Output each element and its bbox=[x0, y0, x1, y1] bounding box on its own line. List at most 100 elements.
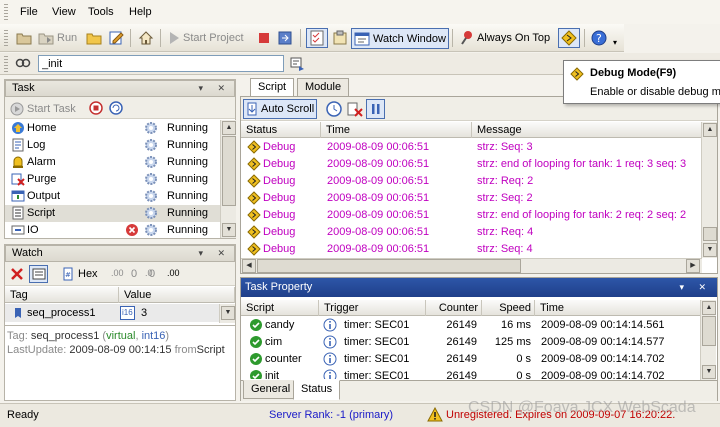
toolbar-overflow[interactable]: ▾ bbox=[611, 32, 619, 52]
menu-help[interactable]: Help bbox=[129, 6, 152, 18]
task-property-tabs: General Status bbox=[241, 380, 717, 401]
task-row[interactable]: IO Running bbox=[5, 222, 221, 239]
menu-grip[interactable] bbox=[4, 4, 8, 20]
more-decimals-icon[interactable]: .00 bbox=[167, 268, 180, 278]
server-rank: Server Rank: -1 (primary) bbox=[269, 409, 394, 421]
pause-icon[interactable] bbox=[366, 99, 385, 119]
task-property-row[interactable]: candy timer: SEC01 26149 16 ms 2009-08-09 00… bbox=[241, 317, 701, 334]
task-property-row[interactable]: init timer: SEC01 26149 0 s 2009-08-09 00:14… bbox=[241, 368, 701, 379]
col-status[interactable]: Status bbox=[241, 122, 321, 138]
watch-value[interactable]: 3 bbox=[141, 307, 147, 319]
delete-icon[interactable] bbox=[10, 267, 24, 281]
log-row[interactable]: Debug 2009-08-09 00:06:51 strz: Seq: 4 bbox=[241, 241, 702, 258]
decimal-count: 0 bbox=[131, 268, 138, 280]
run-button[interactable]: Run bbox=[36, 28, 79, 48]
command-input[interactable] bbox=[38, 55, 284, 72]
clock-icon[interactable] bbox=[326, 101, 342, 117]
tab-script[interactable]: Script bbox=[250, 78, 295, 97]
tab-general[interactable]: General bbox=[243, 380, 299, 399]
task-list-scrollbar[interactable]: ▲ ▼ bbox=[220, 120, 236, 238]
task-property-scrollbar[interactable]: ▲ ▼ bbox=[700, 300, 716, 380]
info-icon bbox=[323, 352, 337, 366]
log-message: strz: end of looping for tank: 1 req: 3 … bbox=[477, 158, 687, 170]
start-task-button[interactable]: Start Task bbox=[8, 99, 78, 119]
col-time[interactable]: Time bbox=[321, 122, 472, 138]
task-property-row[interactable]: counter timer: SEC01 26149 0 s 2009-08-09 00… bbox=[241, 351, 701, 368]
log-row[interactable]: Debug 2009-08-09 00:06:51 strz: Req: 4 bbox=[241, 224, 702, 241]
log-row[interactable]: Debug 2009-08-09 00:06:51 strz: Req: 2 bbox=[241, 173, 702, 190]
log-row[interactable]: Debug 2009-08-09 00:06:51 strz: Seq: 2 bbox=[241, 190, 702, 207]
stop-task-icon[interactable] bbox=[89, 101, 103, 115]
always-on-top-label: Always On Top bbox=[477, 32, 551, 44]
col-message[interactable]: Message bbox=[472, 122, 702, 138]
menu-tools[interactable]: Tools bbox=[88, 6, 114, 18]
panel-controls[interactable]: ▾ ✕ bbox=[679, 278, 712, 297]
log-message: strz: Req: 4 bbox=[477, 226, 534, 238]
log-row[interactable]: Debug 2009-08-09 00:06:51 strz: Seq: 3 bbox=[241, 139, 702, 156]
watch-row[interactable]: seq_process1 i16 3 bbox=[5, 304, 219, 322]
script-vscroll[interactable]: ▲ ▼ bbox=[701, 122, 717, 258]
tab-status[interactable]: Status bbox=[293, 380, 341, 400]
task-status: Running bbox=[167, 207, 208, 219]
col-script[interactable]: Script bbox=[241, 300, 319, 316]
task-row[interactable]: Alarm Running bbox=[5, 154, 221, 171]
task-row[interactable]: Output Running bbox=[5, 188, 221, 205]
run-label: Run bbox=[57, 32, 78, 44]
panel-controls[interactable]: ▾ ✕ bbox=[198, 81, 231, 96]
stop-project-button[interactable] bbox=[256, 28, 272, 48]
properties-button[interactable] bbox=[330, 28, 350, 48]
open-project-button[interactable] bbox=[14, 28, 34, 48]
folder-button[interactable] bbox=[84, 28, 104, 48]
task-status: Running bbox=[167, 122, 208, 134]
watch-scrollbar[interactable]: ▼ bbox=[219, 304, 235, 323]
col-trigger[interactable]: Trigger bbox=[319, 300, 426, 316]
help-icon: ? bbox=[591, 30, 607, 46]
watch-window-button[interactable]: Watch Window bbox=[351, 28, 449, 49]
log-row[interactable]: Debug 2009-08-09 00:06:51 strz: end of loo… bbox=[241, 207, 702, 224]
home-button[interactable] bbox=[136, 28, 156, 48]
task-property-row[interactable]: cim timer: SEC01 26149 125 ms 2009-08-09 00:… bbox=[241, 334, 701, 351]
task-row[interactable]: Home Running bbox=[5, 120, 221, 137]
task-status: Running bbox=[167, 190, 208, 202]
prop-speed: 0 s bbox=[516, 370, 531, 379]
clear-log-icon[interactable] bbox=[347, 101, 363, 117]
task-name: Alarm bbox=[27, 156, 56, 168]
panel-controls[interactable]: ▾ ✕ bbox=[198, 246, 231, 261]
task-property-title: Task Property ▾ ✕ bbox=[241, 278, 717, 297]
menu-file[interactable]: File bbox=[20, 6, 38, 18]
always-on-top-button[interactable]: Always On Top bbox=[458, 28, 552, 48]
decimal-icon[interactable]: .00 bbox=[111, 268, 124, 278]
col-value[interactable]: Value bbox=[119, 287, 235, 303]
list-view-icon[interactable] bbox=[29, 265, 48, 283]
refresh-task-icon[interactable] bbox=[109, 101, 123, 115]
restart-icon bbox=[278, 31, 292, 45]
help-button[interactable]: ? bbox=[589, 28, 609, 48]
auto-scroll-button[interactable]: Auto Scroll bbox=[243, 99, 318, 119]
log-time: 2009-08-09 00:06:51 bbox=[327, 226, 430, 238]
log-row[interactable]: Debug 2009-08-09 00:06:51 strz: end of loo… bbox=[241, 156, 702, 173]
task-name: IO bbox=[27, 224, 39, 236]
col-prop-time[interactable]: Time bbox=[535, 300, 701, 316]
task-row[interactable]: Log Running bbox=[5, 137, 221, 154]
debug-mode-button[interactable] bbox=[558, 28, 580, 48]
debug-icon bbox=[247, 157, 261, 171]
restart-button[interactable] bbox=[276, 28, 294, 48]
tab-module[interactable]: Module bbox=[297, 78, 350, 97]
col-counter[interactable]: Counter bbox=[426, 300, 482, 316]
debug-mode-tooltip: Debug Mode(F9) Enable or disable debug m… bbox=[563, 60, 720, 104]
task-row[interactable]: Script Running bbox=[5, 205, 221, 222]
checklist-button[interactable] bbox=[306, 28, 328, 48]
col-speed[interactable]: Speed bbox=[482, 300, 535, 316]
script-icon bbox=[11, 206, 25, 220]
edit-button[interactable] bbox=[106, 28, 126, 48]
start-project-button[interactable]: Start Project bbox=[166, 28, 246, 48]
script-hscroll[interactable]: ◀ ▶ bbox=[241, 258, 702, 273]
hex-toggle[interactable]: Hex bbox=[78, 268, 98, 280]
log-status: Debug bbox=[263, 226, 296, 238]
menu-view[interactable]: View bbox=[52, 6, 76, 18]
execute-icon[interactable] bbox=[290, 57, 306, 71]
chevron-down-icon: ▾ bbox=[613, 37, 618, 47]
col-tag[interactable]: Tag bbox=[5, 287, 119, 303]
toolbar-grip[interactable] bbox=[4, 30, 8, 46]
task-row[interactable]: Purge Running bbox=[5, 171, 221, 188]
